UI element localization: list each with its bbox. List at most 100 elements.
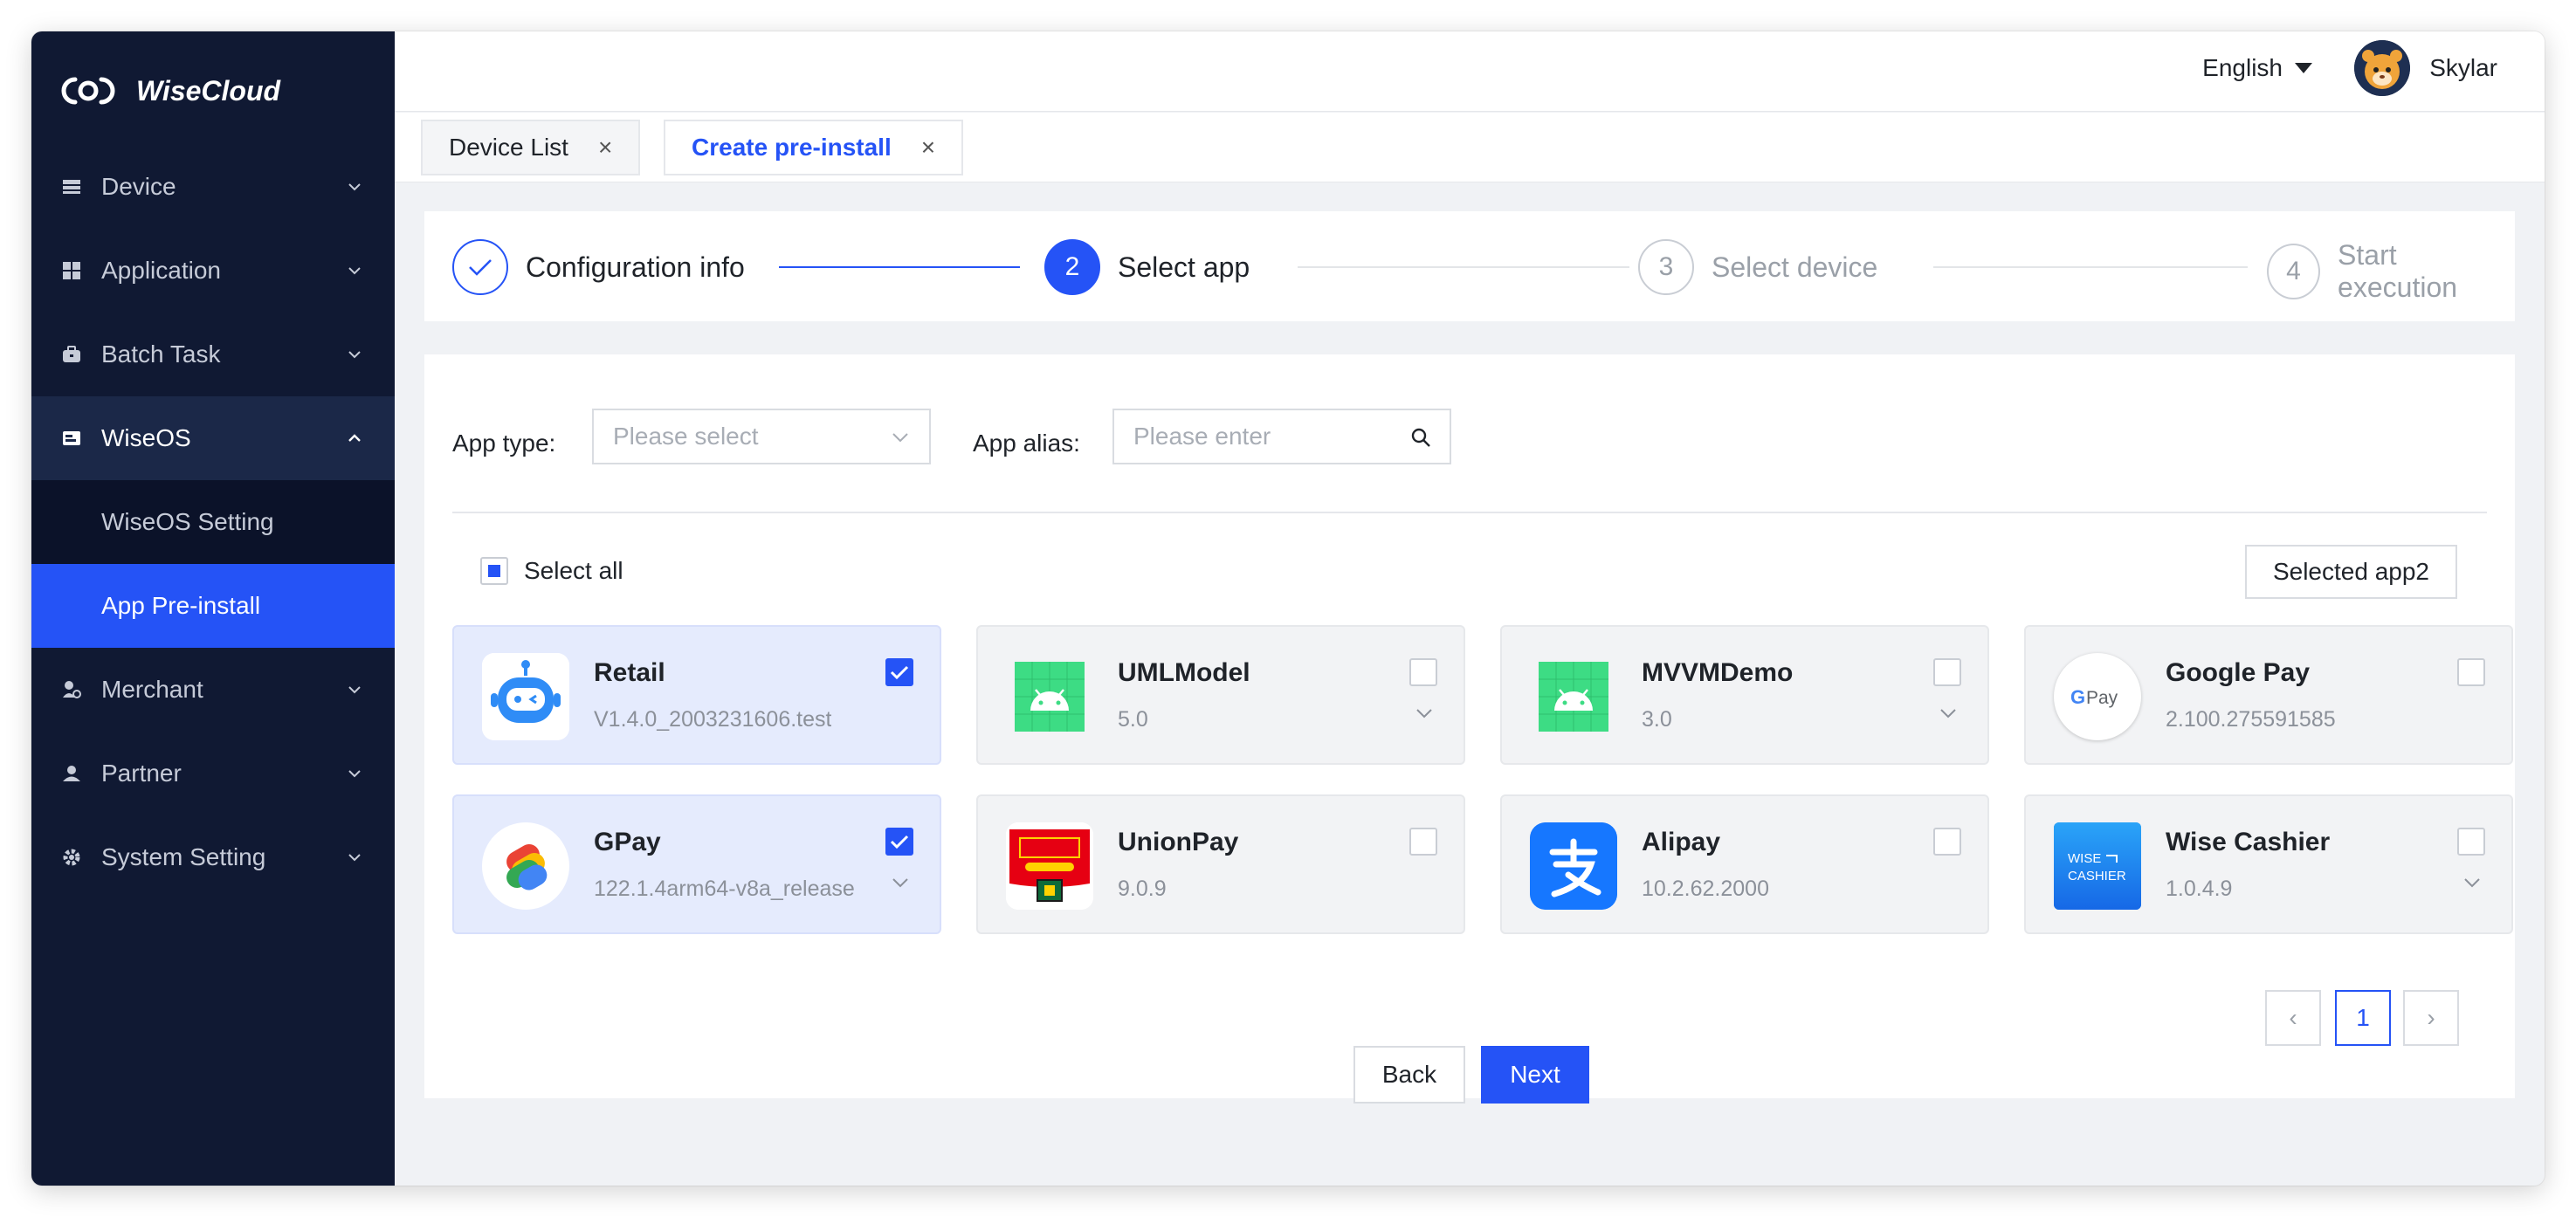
app-checkbox[interactable] xyxy=(1933,658,1961,686)
app-checkbox[interactable] xyxy=(885,828,913,856)
sidebar-item-wiseos[interactable]: WiseOS xyxy=(31,396,395,480)
partner-icon xyxy=(61,763,82,784)
chevron-down-icon[interactable] xyxy=(891,873,910,892)
wiseos-icon xyxy=(61,428,82,449)
app-card-alipay[interactable]: Alipay 10.2.62.2000 xyxy=(1500,794,1989,934)
chevron-down-icon xyxy=(348,686,361,694)
chevron-down-icon xyxy=(348,267,361,275)
caret-down-icon xyxy=(2295,63,2312,73)
back-button[interactable]: Back xyxy=(1353,1046,1465,1104)
chevron-down-icon[interactable] xyxy=(1939,704,1958,723)
selected-apps-label: Selected app2 xyxy=(2272,558,2429,585)
pagination-prev[interactable]: ‹ xyxy=(2265,990,2321,1046)
app-card-retail[interactable]: Retail V1.4.0_2003231606.test xyxy=(452,625,941,765)
user-name: Skylar xyxy=(2429,54,2497,81)
step-connector xyxy=(779,266,1020,268)
filter-divider xyxy=(452,512,2487,513)
close-icon[interactable]: × xyxy=(921,134,935,162)
app-checkbox[interactable] xyxy=(2457,658,2485,686)
app-checkbox[interactable] xyxy=(885,658,913,686)
chevron-down-icon xyxy=(348,351,361,359)
app-type-label: App type: xyxy=(452,430,556,457)
sidebar-item-application[interactable]: Application xyxy=(31,229,395,313)
app-card-umlmodel[interactable]: UMLModel 5.0 xyxy=(976,625,1465,765)
app-card-google-pay[interactable]: G Pay Google Pay 2.100.275591585 xyxy=(2024,625,2513,765)
chevron-down-icon[interactable] xyxy=(1415,704,1434,723)
app-checkbox[interactable] xyxy=(1409,658,1437,686)
app-card-gpay[interactable]: GPay 122.1.4arm64-v8a_release xyxy=(452,794,941,934)
sidebar-item-label: App Pre-install xyxy=(101,592,261,619)
next-button[interactable]: Next xyxy=(1481,1046,1589,1104)
search-icon[interactable] xyxy=(1409,426,1432,449)
check-icon xyxy=(452,239,508,295)
app-checkbox[interactable] xyxy=(2457,828,2485,856)
app-type-select[interactable]: Please select xyxy=(592,409,931,464)
chevron-down-icon[interactable] xyxy=(2462,873,2482,892)
close-icon[interactable]: × xyxy=(598,134,612,162)
avatar xyxy=(2354,40,2411,96)
svg-text:WISE: WISE xyxy=(2068,851,2101,866)
selected-apps-button[interactable]: Selected app2 xyxy=(2244,545,2457,599)
language-label: English xyxy=(2202,54,2283,81)
app-checkbox[interactable] xyxy=(1933,828,1961,856)
user-menu[interactable]: Skylar xyxy=(2354,40,2497,96)
gpay-icon xyxy=(482,822,569,910)
step-start-execution: 4 Start execution xyxy=(2267,239,2515,304)
tab-label: Create pre-install xyxy=(692,134,892,161)
check-icon xyxy=(890,835,909,849)
sidebar-item-wiseos-setting[interactable]: WiseOS Setting xyxy=(31,480,395,564)
android-icon xyxy=(1530,653,1617,740)
sidebar-item-label: WiseOS xyxy=(101,424,191,451)
app-version: 9.0.9 xyxy=(1118,877,1167,901)
sidebar: WiseCloud Device Application Batch Task … xyxy=(31,31,395,1186)
page-number: 1 xyxy=(2356,1004,2370,1031)
app-card-mvvmdemo[interactable]: MVVMDemo 3.0 xyxy=(1500,625,1989,765)
app-type-placeholder: Please select xyxy=(613,423,759,450)
alipay-icon xyxy=(1530,822,1617,910)
step-select-app: 2 Select app xyxy=(1044,239,1250,295)
app-card-wise-cashier[interactable]: WISE CASHIER Wise Cashier 1.0.4.9 xyxy=(2024,794,2513,934)
app-card-unionpay[interactable]: UnionPay 9.0.9 xyxy=(976,794,1465,934)
checkbox-indeterminate xyxy=(480,557,508,585)
language-selector[interactable]: English xyxy=(2202,54,2312,82)
app-name: Alipay xyxy=(1642,828,1721,856)
step-label: Start execution xyxy=(2338,239,2458,303)
sidebar-item-label: WiseOS Setting xyxy=(101,508,274,535)
sidebar-nav: Device Application Batch Task WiseOS Wis… xyxy=(31,145,395,899)
tab-device-list[interactable]: Device List × xyxy=(421,120,641,175)
android-icon xyxy=(1006,653,1093,740)
tab-label: Device List xyxy=(449,134,568,161)
app-version: 3.0 xyxy=(1642,707,1672,732)
app-version: 2.100.275591585 xyxy=(2166,707,2336,732)
select-all-label: Select all xyxy=(524,557,623,584)
app-version: 10.2.62.2000 xyxy=(1642,877,1769,901)
tab-create-pre-install[interactable]: Create pre-install × xyxy=(664,120,964,175)
tabs-bar: Device List × Create pre-install × xyxy=(395,113,2545,182)
pagination-page[interactable]: 1 xyxy=(2335,990,2391,1046)
sidebar-item-partner[interactable]: Partner xyxy=(31,732,395,815)
step-label: Select app xyxy=(1118,251,1250,283)
sidebar-item-device[interactable]: Device xyxy=(31,145,395,229)
app-version: 1.0.4.9 xyxy=(2166,877,2233,901)
sidebar-item-app-pre-install[interactable]: App Pre-install xyxy=(31,564,395,648)
app-checkbox[interactable] xyxy=(1409,828,1437,856)
chevron-down-icon xyxy=(348,770,361,778)
app-alias-input[interactable]: Please enter xyxy=(1112,409,1451,464)
sidebar-item-merchant[interactable]: Merchant xyxy=(31,648,395,732)
pagination-next[interactable]: › xyxy=(2403,990,2459,1046)
step-select-device: 3 Select device xyxy=(1638,239,1877,295)
app-name: Wise Cashier xyxy=(2166,828,2331,856)
sidebar-item-batch-task[interactable]: Batch Task xyxy=(31,313,395,396)
chevron-right-icon: › xyxy=(2427,1004,2435,1031)
select-all-checkbox[interactable]: Select all xyxy=(480,557,623,585)
app-name: MVVMDemo xyxy=(1642,658,1794,687)
step-number: 3 xyxy=(1638,239,1694,295)
step-connector xyxy=(1298,266,1629,268)
check-icon xyxy=(890,665,909,680)
app-name: WiseCloud xyxy=(136,74,281,107)
logo: WiseCloud xyxy=(61,65,280,117)
sidebar-item-label: Merchant xyxy=(101,676,203,703)
step-number: 2 xyxy=(1044,239,1100,295)
sidebar-item-system-setting[interactable]: System Setting xyxy=(31,815,395,899)
app-name: UMLModel xyxy=(1118,658,1250,687)
